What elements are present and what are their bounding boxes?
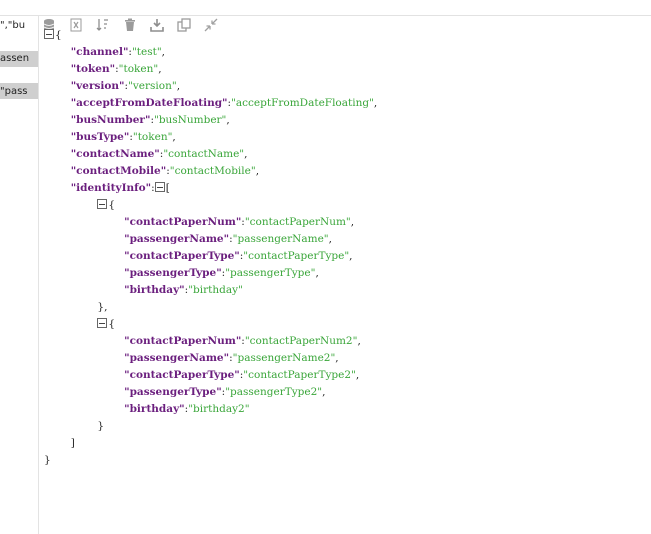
left-panel-text-3: "pass: [0, 86, 28, 97]
json-key: "busType": [70, 131, 130, 143]
json-line: "contactName":"contactName",: [70, 148, 248, 160]
collapse-toggle-icon[interactable]: [97, 318, 108, 328]
json-key: "busNumber": [70, 114, 151, 126]
json-viewer: { "channel":"test", "token":"token", "ve…: [44, 27, 377, 469]
json-key: "contactPaperNum": [124, 216, 242, 228]
left-panel-text-2: assen: [0, 53, 30, 64]
json-value: "version": [128, 80, 177, 92]
json-value: "contactName": [163, 148, 245, 160]
json-root-close: }: [44, 454, 51, 466]
json-key: "birthday": [124, 284, 185, 296]
json-value: "passengerType2": [225, 386, 323, 398]
collapse-toggle-icon[interactable]: [154, 182, 165, 192]
json-line: "contactPaperType":"contactPaperType2",: [124, 369, 360, 381]
json-value: "passengerName2": [232, 352, 336, 364]
json-line: "channel":"test",: [70, 46, 166, 58]
json-line: "birthday":"birthday": [124, 284, 243, 296]
json-key: "channel": [70, 46, 129, 58]
json-key: "passengerType": [124, 267, 222, 279]
json-value: "contactPaperType2": [243, 369, 356, 381]
json-key: "passengerName": [124, 233, 230, 245]
json-key: "token": [70, 63, 116, 75]
json-key: "passengerType": [124, 386, 222, 398]
json-key: "passengerName": [124, 352, 230, 364]
left-panel: ","bu assen "pass: [0, 16, 39, 534]
json-key: "contactPaperType": [124, 250, 240, 262]
json-value: "contactPaperNum": [244, 216, 351, 228]
json-value: "acceptFromDateFloating": [231, 97, 374, 109]
collapse-toggle-icon[interactable]: [44, 29, 54, 39]
json-line: "contactPaperType":"contactPaperType",: [124, 250, 353, 262]
json-value: "test": [131, 46, 162, 58]
json-value: "busNumber": [153, 114, 227, 126]
json-key: "identityInfo": [70, 182, 152, 194]
json-line: "contactMobile":"contactMobile",: [70, 165, 260, 177]
json-key: "contactPaperNum": [124, 335, 242, 347]
json-array-item-open: {: [44, 316, 377, 333]
json-key: "contactMobile": [70, 165, 167, 177]
json-key: "contactPaperType": [124, 369, 240, 381]
json-key: "contactName": [70, 148, 160, 160]
json-value: "passengerName": [232, 233, 329, 245]
collapse-toggle-icon[interactable]: [97, 199, 108, 209]
json-root-open: {: [44, 27, 377, 44]
json-value: "birthday2": [188, 403, 250, 415]
json-key: "version": [70, 80, 125, 92]
json-array-item-close: }: [97, 420, 105, 432]
left-panel-text-1: ","bu: [0, 20, 26, 31]
json-value: "token": [118, 63, 159, 75]
json-key: "acceptFromDateFloating": [70, 97, 228, 109]
json-line: "contactPaperNum":"contactPaperNum",: [124, 216, 355, 228]
json-value: "passengerType": [225, 267, 316, 279]
json-line: "passengerType":"passengerType",: [124, 267, 319, 279]
json-line: "busNumber":"busNumber",: [70, 114, 230, 126]
json-value: "contactPaperType": [243, 250, 350, 262]
json-key: "birthday": [124, 403, 185, 415]
json-line: "birthday":"birthday2": [124, 403, 250, 415]
json-value: "contactMobile": [169, 165, 256, 177]
json-line: "busType":"token",: [70, 131, 176, 143]
json-array-close: ]: [70, 437, 75, 449]
json-value: "birthday": [188, 284, 243, 296]
json-value: "token": [132, 131, 173, 143]
json-line-identity-info: "identityInfo":[: [70, 182, 170, 194]
json-line: "passengerType":"passengerType2",: [124, 386, 326, 398]
json-value: "contactPaperNum2": [244, 335, 358, 347]
json-array-item-open: {: [44, 197, 377, 214]
json-line: "version":"version",: [70, 80, 181, 92]
json-line: "token":"token",: [70, 63, 162, 75]
json-line: "contactPaperNum":"contactPaperNum2",: [124, 335, 361, 347]
json-line: "acceptFromDateFloating":"acceptFromDate…: [70, 97, 378, 109]
json-array-item-close: },: [97, 301, 108, 313]
json-line: "passengerName":"passengerName",: [124, 233, 332, 245]
json-line: "passengerName":"passengerName2",: [124, 352, 339, 364]
